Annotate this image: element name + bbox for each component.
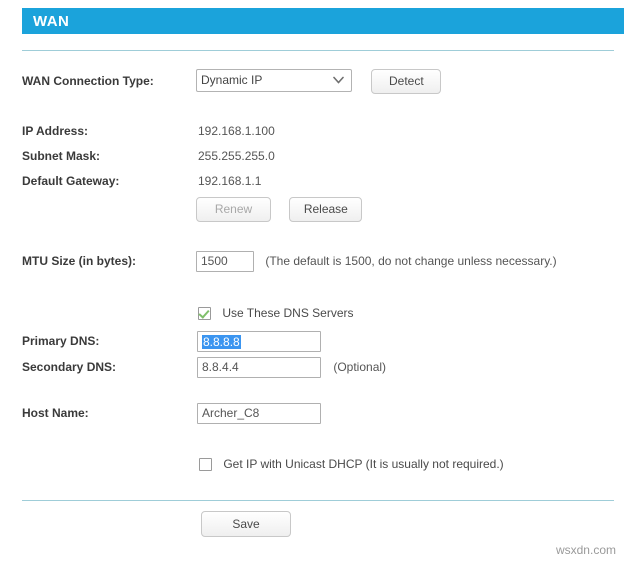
row-primary-dns: Primary DNS: 8.8.8.8 [0,329,624,353]
secondary-dns-label: Secondary DNS: [22,360,117,374]
wan-connection-type-select[interactable]: Dynamic IP [196,68,352,92]
row-host-name: Host Name: [0,401,624,425]
subnet-mask-label: Subnet Mask: [22,149,101,163]
default-gateway-label: Default Gateway: [22,174,120,188]
divider-bottom [22,500,614,501]
connection-type-field: Dynamic IP Detect [196,68,442,94]
mtu-label: MTU Size (in bytes): [22,254,137,268]
row-mtu: MTU Size (in bytes): (The default is 150… [0,249,624,273]
use-dns-label: Use These DNS Servers [222,306,354,321]
mtu-note: (The default is 1500, do not change unle… [265,254,557,268]
use-dns-group[interactable]: Use These DNS Servers [198,306,354,321]
divider-top [22,50,614,51]
primary-dns-field: 8.8.8.8 [197,330,321,352]
row-secondary-dns: Secondary DNS: (Optional) [0,355,624,379]
detect-button[interactable]: Detect [371,68,442,94]
primary-dns-input[interactable] [197,330,321,352]
watermark: wsxdn.com [555,543,616,557]
row-ip-address: IP Address: 192.168.1.100 [0,122,624,140]
primary-dns-label: Primary DNS: [22,334,100,348]
host-name-input[interactable] [197,402,321,424]
row-unicast-dhcp: Get IP with Unicast DHCP (It is usually … [0,454,624,474]
connection-type-select-wrap: Dynamic IP [196,68,352,92]
primary-dns-input-wrap: 8.8.8.8 [197,330,321,352]
lease-buttons-group: Renew Release [196,196,363,222]
ip-address-value: 192.168.1.100 [198,124,275,138]
page-header: WAN [22,8,624,34]
release-button[interactable]: Release [289,196,363,222]
secondary-dns-input[interactable] [197,356,321,378]
secondary-dns-field: (Optional) [197,356,387,378]
row-default-gateway: Default Gateway: 192.168.1.1 [0,172,624,190]
ip-address-label: IP Address: [22,124,89,138]
page-title: WAN [33,12,70,30]
unicast-dhcp-label: Get IP with Unicast DHCP (It is usually … [223,457,504,472]
mtu-field: (The default is 1500, do not change unle… [196,250,557,272]
row-connection-type: WAN Connection Type: Dynamic IP Detect [0,68,624,94]
host-name-field [197,402,321,424]
subnet-mask-value: 255.255.255.0 [198,149,275,163]
default-gateway-value: 192.168.1.1 [198,174,262,188]
mtu-input[interactable] [196,250,254,272]
row-subnet-mask: Subnet Mask: 255.255.255.0 [0,147,624,165]
connection-type-label: WAN Connection Type: [22,74,154,88]
save-button[interactable]: Save [201,511,291,537]
row-lease-buttons: Renew Release [0,195,624,223]
use-dns-checkbox[interactable] [198,306,211,320]
unicast-dhcp-checkbox[interactable] [199,457,212,471]
renew-button[interactable]: Renew [196,196,271,222]
unicast-dhcp-group[interactable]: Get IP with Unicast DHCP (It is usually … [199,457,504,472]
row-use-dns: Use These DNS Servers [0,303,624,323]
secondary-dns-note: (Optional) [333,360,387,374]
host-name-label: Host Name: [22,406,89,420]
